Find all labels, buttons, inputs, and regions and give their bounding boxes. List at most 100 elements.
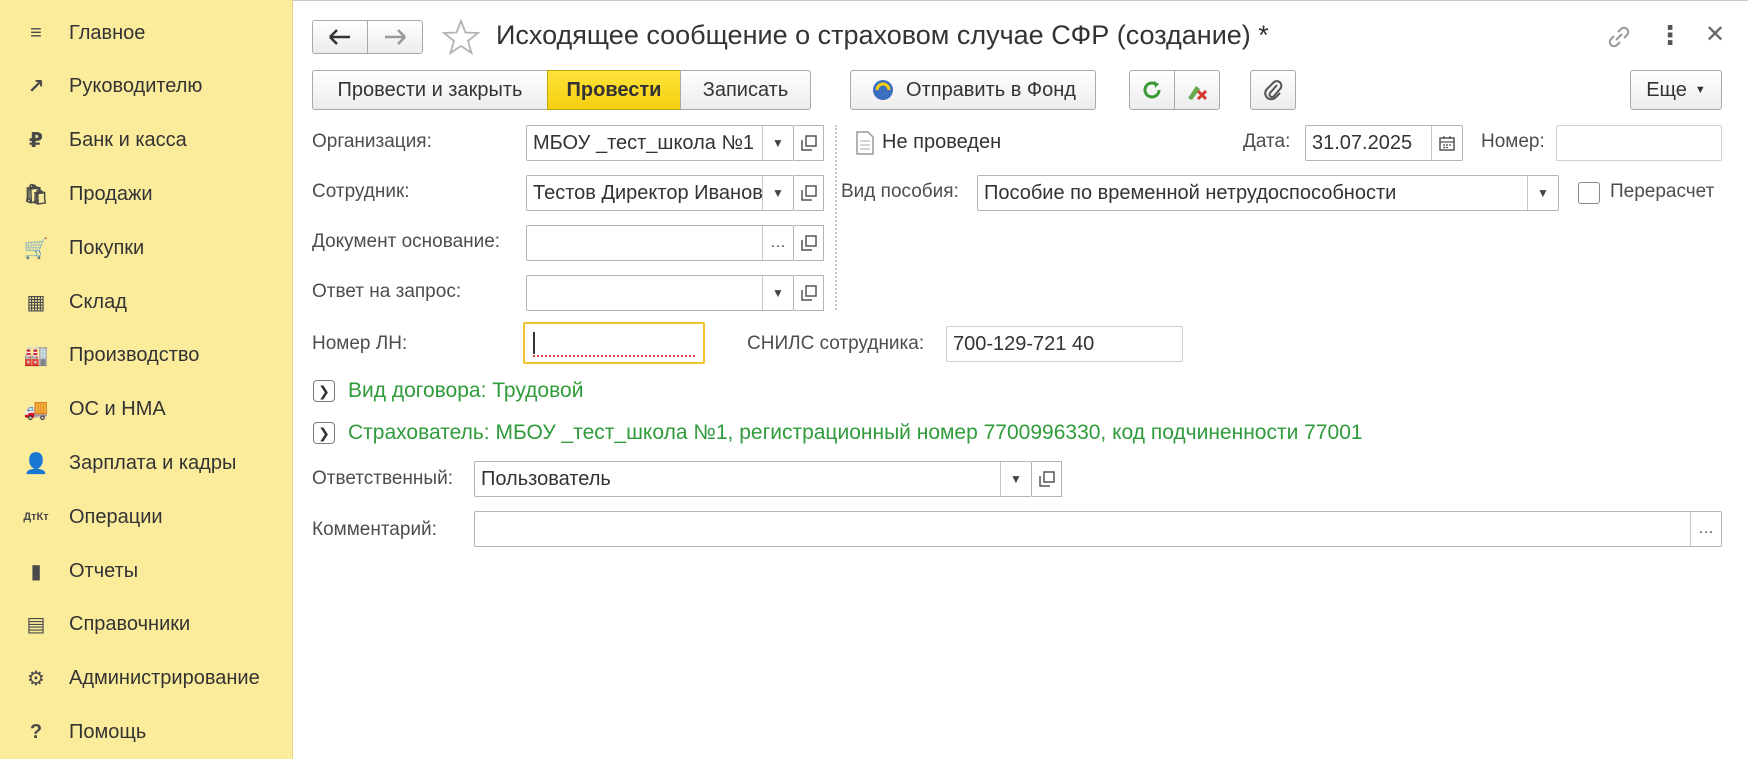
benefit-type-value: Пособие по временной нетрудоспособности: [984, 181, 1397, 204]
organization-open-button[interactable]: [794, 125, 824, 161]
sidebar-item-5[interactable]: ▦ Склад: [0, 280, 292, 324]
recalc-checkbox[interactable]: [1578, 182, 1600, 204]
books-icon: ▤: [26, 614, 46, 637]
sidebar-item-0[interactable]: ≡ Главное: [0, 11, 292, 55]
text-cursor: [533, 332, 535, 354]
document-status-icon: [856, 131, 874, 155]
forward-button[interactable]: [367, 20, 423, 54]
organization-value: МБОУ _тест_школа №1: [533, 131, 755, 154]
sidebar-item-2[interactable]: ₽ Банк и касса: [0, 119, 292, 163]
sidebar-item-7[interactable]: 🚚 ОС и НМА: [0, 388, 292, 432]
insurer-link[interactable]: Страхователь: МБОУ _тест_школа №1, регис…: [348, 421, 1363, 445]
gear-icon: ⚙: [27, 668, 45, 691]
paperclip-icon: [1264, 80, 1283, 101]
sidebar-item-8[interactable]: 👤 Зарплата и кадры: [0, 441, 292, 485]
recalc-label: Перерасчет: [1610, 181, 1715, 202]
snils-value: 700-129-721 40: [953, 332, 1095, 355]
post-and-close-button[interactable]: Провести и закрыть: [312, 70, 548, 110]
link-icon[interactable]: [1606, 24, 1632, 50]
clear-button[interactable]: [1174, 70, 1220, 110]
chevron-down-icon[interactable]: ▼: [762, 176, 793, 210]
contract-type-link[interactable]: Вид договора: Трудовой: [348, 379, 583, 403]
back-button[interactable]: [312, 20, 368, 54]
benefit-type-field[interactable]: Пособие по временной нетрудоспособности …: [977, 175, 1559, 211]
calendar-icon[interactable]: [1431, 126, 1462, 160]
page-title: Исходящее сообщение о страховом случае С…: [496, 20, 1269, 50]
sidebar-item-label: Справочники: [69, 613, 191, 636]
chevron-down-icon[interactable]: ▼: [1527, 176, 1558, 210]
sick-leave-number-label: Номер ЛН:: [312, 333, 408, 354]
sidebar-item-9[interactable]: ДтКт Операции: [0, 495, 292, 539]
sidebar-item-label: Продажи: [69, 182, 153, 205]
main-area: Исходящее сообщение о страховом случае С…: [292, 0, 1748, 759]
chevron-down-icon[interactable]: ▼: [762, 276, 793, 310]
send-to-fund-label: Отправить в Фонд: [906, 78, 1076, 101]
responsible-open-button[interactable]: [1032, 461, 1062, 497]
sidebar-item-12[interactable]: ⚙ Администрирование: [0, 657, 292, 701]
comment-label: Комментарий:: [312, 519, 437, 540]
basis-document-field[interactable]: …: [526, 225, 794, 261]
sidebar-item-label: Банк и касса: [69, 129, 187, 152]
reply-open-button[interactable]: [794, 275, 824, 311]
close-icon[interactable]: ✕: [1705, 20, 1725, 50]
refresh-icon: [1143, 81, 1161, 99]
employee-field[interactable]: Тестов Директор Иванович ▼: [526, 175, 794, 211]
sidebar-item-label: Отчеты: [69, 559, 139, 582]
contract-expander[interactable]: ❯: [313, 380, 335, 402]
refresh-button[interactable]: [1129, 70, 1175, 110]
snils-label: СНИЛС сотрудника:: [747, 333, 925, 354]
required-underline: [533, 355, 695, 357]
employee-open-button[interactable]: [794, 175, 824, 211]
snils-field[interactable]: 700-129-721 40: [946, 326, 1183, 362]
sidebar-item-6[interactable]: 🏭 Производство: [0, 334, 292, 378]
ruble-icon: ₽: [29, 130, 43, 153]
chevron-down-icon[interactable]: ▼: [762, 126, 793, 160]
comment-field[interactable]: …: [474, 511, 1722, 547]
sidebar-item-11[interactable]: ▤ Справочники: [0, 603, 292, 647]
open-window-icon: [800, 135, 817, 151]
employee-label: Сотрудник:: [312, 181, 410, 202]
open-window-icon: [800, 285, 817, 301]
save-button[interactable]: Записать: [680, 70, 811, 110]
more-vertical-icon[interactable]: ⋮: [1657, 20, 1683, 50]
reply-to-request-label: Ответ на запрос:: [312, 281, 462, 302]
sidebar-item-label: Зарплата и кадры: [69, 451, 237, 474]
number-label: Номер:: [1481, 131, 1545, 152]
sidebar: ≡ Главное ↗ Руководителю ₽ Банк и касса 🛍 Прода…: [0, 0, 293, 759]
sidebar-item-10[interactable]: ▮ Отчеты: [0, 549, 292, 593]
ellipsis-icon[interactable]: …: [1690, 512, 1721, 546]
arrow-right-icon: [385, 29, 406, 45]
sidebar-item-1[interactable]: ↗ Руководителю: [0, 65, 292, 109]
sidebar-item-label: Администрирование: [69, 667, 260, 690]
trend-icon: ↗: [27, 76, 45, 99]
date-field[interactable]: 31.07.2025: [1305, 125, 1463, 161]
cart-icon: 🛒: [23, 237, 49, 260]
post-button[interactable]: Провести: [547, 70, 681, 110]
sidebar-item-13[interactable]: ? Помощь: [0, 710, 292, 754]
number-field[interactable]: [1556, 125, 1722, 161]
favorite-star-icon[interactable]: [442, 19, 480, 55]
basis-open-button[interactable]: [794, 225, 824, 261]
sidebar-item-label: Операции: [69, 505, 163, 528]
chevron-down-icon[interactable]: ▼: [1000, 462, 1031, 496]
insurer-expander[interactable]: ❯: [313, 422, 335, 444]
responsible-field[interactable]: Пользователь ▼: [474, 461, 1032, 497]
more-button[interactable]: Еще ▼: [1630, 70, 1722, 110]
reply-to-request-field[interactable]: ▼: [526, 275, 794, 311]
send-to-fund-button[interactable]: Отправить в Фонд: [850, 70, 1096, 110]
responsible-value: Пользователь: [481, 467, 611, 490]
sidebar-item-4[interactable]: 🛒 Покупки: [0, 226, 292, 270]
organization-label: Организация:: [312, 131, 432, 152]
date-label: Дата:: [1243, 131, 1291, 152]
organization-field[interactable]: МБОУ _тест_школа №1 ▼: [526, 125, 794, 161]
attach-button[interactable]: [1250, 70, 1296, 110]
sidebar-item-3[interactable]: 🛍 Продажи: [0, 172, 292, 216]
ellipsis-icon[interactable]: …: [762, 226, 793, 260]
sidebar-item-label: ОС и НМА: [69, 398, 166, 421]
arrow-left-icon: [329, 29, 350, 45]
sidebar-item-label: Руководителю: [69, 75, 203, 98]
sidebar-item-label: Склад: [69, 290, 127, 313]
sidebar-item-label: Производство: [69, 344, 200, 367]
open-window-icon: [800, 185, 817, 201]
sick-leave-number-field[interactable]: [523, 322, 705, 364]
